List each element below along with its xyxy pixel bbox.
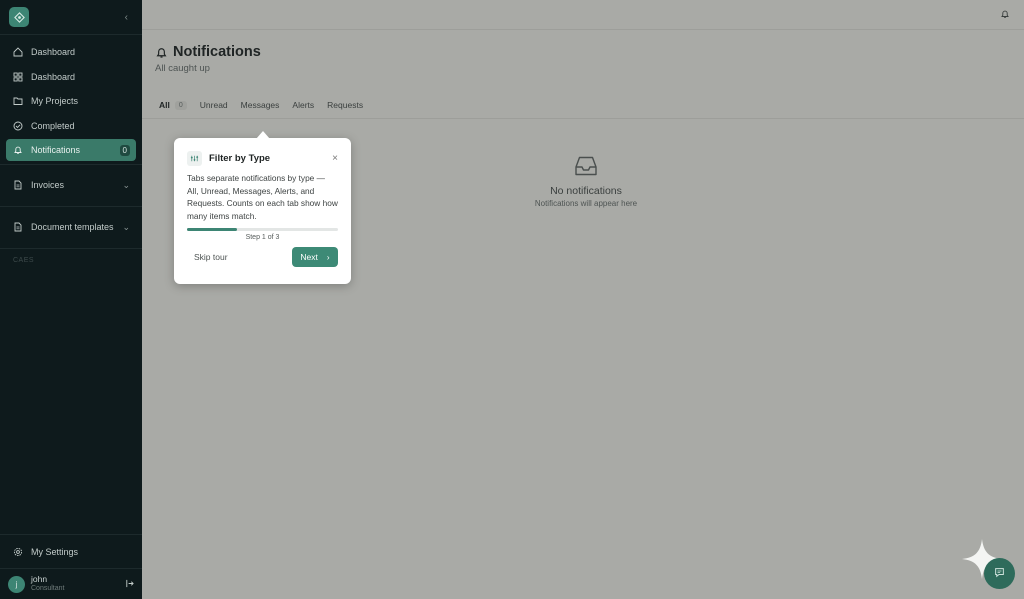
- sidebar-item-label: Notifications: [31, 145, 81, 155]
- tour-progress-fill: [187, 228, 238, 231]
- main-content: Notifications All caught up All 0 Unread…: [142, 0, 1024, 599]
- sidebar-header: ‹: [0, 0, 142, 35]
- tour-popover: Filter by Type × Tabs separate notificat…: [174, 131, 351, 284]
- page-subtitle: All caught up: [155, 63, 210, 74]
- tour-step-indicator: Step 1 of 3: [245, 234, 280, 241]
- logo-icon: [13, 11, 25, 23]
- tour-header: Filter by Type ×: [187, 151, 338, 166]
- user-profile[interactable]: j john Consultant: [0, 569, 142, 599]
- empty-state: No notifications Notifications will appe…: [532, 155, 640, 208]
- tab-label: All: [159, 100, 170, 110]
- notification-tabs: All 0 Unread Messages Alerts Requests: [142, 92, 1024, 119]
- close-icon[interactable]: ×: [332, 153, 338, 164]
- sidebar-item-label: Completed: [31, 120, 75, 131]
- sidebar-section-document-templates: Document templates ⌄: [0, 205, 142, 248]
- sidebar-item-dashboard[interactable]: Dashboard: [6, 41, 136, 63]
- gear-icon: [12, 546, 23, 557]
- bell-icon: [12, 145, 23, 156]
- page-title-row: Notifications: [155, 44, 1011, 60]
- sidebar-item-label: My Settings: [31, 546, 79, 557]
- tab-count: 0: [174, 100, 187, 110]
- tab-messages[interactable]: Messages: [241, 100, 280, 110]
- chat-icon: [994, 565, 1005, 583]
- page-header: Notifications All caught up: [142, 30, 1024, 74]
- chevron-down-icon: ⌄: [122, 179, 130, 190]
- tab-unread[interactable]: Unread: [200, 100, 228, 110]
- empty-state-subtitle: Notifications will appear here: [534, 199, 638, 208]
- tab-label: Messages: [240, 100, 280, 110]
- next-button-label: Next: [300, 252, 318, 262]
- tab-label: Unread: [199, 100, 228, 110]
- next-button[interactable]: Next ›: [292, 247, 338, 267]
- sidebar-item-my-projects[interactable]: My Projects: [6, 90, 136, 112]
- tour-progress-bar: [187, 228, 338, 231]
- bell-icon[interactable]: [1000, 6, 1010, 24]
- chevron-right-icon: ›: [326, 252, 330, 262]
- collapse-sidebar-icon[interactable]: ‹: [125, 12, 128, 23]
- page-title: Notifications: [173, 44, 261, 60]
- tab-alerts[interactable]: Alerts: [292, 100, 314, 110]
- sidebar-item-notifications[interactable]: Notifications 0: [6, 139, 136, 161]
- sidebar-item-invoices[interactable]: Invoices ⌄: [0, 165, 142, 206]
- tour-footer: Skip tour Next ›: [187, 247, 338, 267]
- sidebar-item-label: Dashboard: [31, 47, 76, 57]
- user-role: Consultant: [31, 585, 65, 592]
- sidebar-footer: My Settings j john Consultant: [0, 534, 142, 599]
- filter-icon: [187, 151, 202, 166]
- bell-icon: [155, 46, 168, 59]
- chevron-down-icon: ⌄: [122, 221, 130, 232]
- folder-icon: [12, 96, 23, 107]
- user-info: john Consultant: [31, 575, 125, 593]
- sidebar-item-document-templates[interactable]: Document templates ⌄: [0, 207, 142, 248]
- avatar: j: [8, 575, 25, 593]
- sidebar-item-label: Document templates: [31, 222, 114, 232]
- chat-button[interactable]: [984, 558, 1015, 589]
- document-icon: [12, 180, 23, 191]
- sidebar-item-dashboard-grid[interactable]: Dashboard: [6, 66, 136, 88]
- tour-body: Tabs separate notifications by type — Al…: [187, 173, 338, 221]
- sidebar-item-label: Dashboard: [31, 71, 76, 82]
- document-icon: [12, 222, 23, 233]
- sidebar-item-label: My Projects: [31, 96, 79, 106]
- logout-icon[interactable]: [125, 579, 134, 590]
- tab-all[interactable]: All 0: [159, 100, 187, 110]
- tab-label: Alerts: [292, 100, 315, 110]
- user-name: john: [31, 574, 48, 584]
- sidebar-item-my-settings[interactable]: My Settings: [0, 535, 142, 569]
- tab-requests[interactable]: Requests: [327, 100, 363, 110]
- home-icon: [12, 47, 23, 58]
- empty-state-title: No notifications: [550, 185, 622, 197]
- sidebar-nav: Dashboard Dashboard My Projects Complete…: [0, 35, 142, 161]
- sidebar: ‹ Dashboard Dashboard My Projects Comple…: [0, 0, 142, 599]
- tab-label: Requests: [327, 100, 364, 110]
- notifications-count-badge: 0: [119, 144, 130, 156]
- sidebar-section-invoices: Invoices ⌄: [0, 163, 142, 206]
- grid-icon: [12, 71, 23, 82]
- app-logo[interactable]: [9, 7, 29, 27]
- check-circle-icon: [12, 120, 23, 131]
- tour-popover-arrow: [256, 131, 270, 139]
- inbox-icon: [573, 155, 599, 177]
- skip-tour-button[interactable]: Skip tour: [187, 252, 228, 262]
- sidebar-group-label: CAES: [0, 247, 142, 272]
- top-bar: [142, 0, 1024, 30]
- tour-title: Filter by Type: [209, 153, 271, 164]
- sidebar-item-completed[interactable]: Completed: [6, 115, 136, 137]
- sidebar-item-label: Invoices: [31, 180, 65, 190]
